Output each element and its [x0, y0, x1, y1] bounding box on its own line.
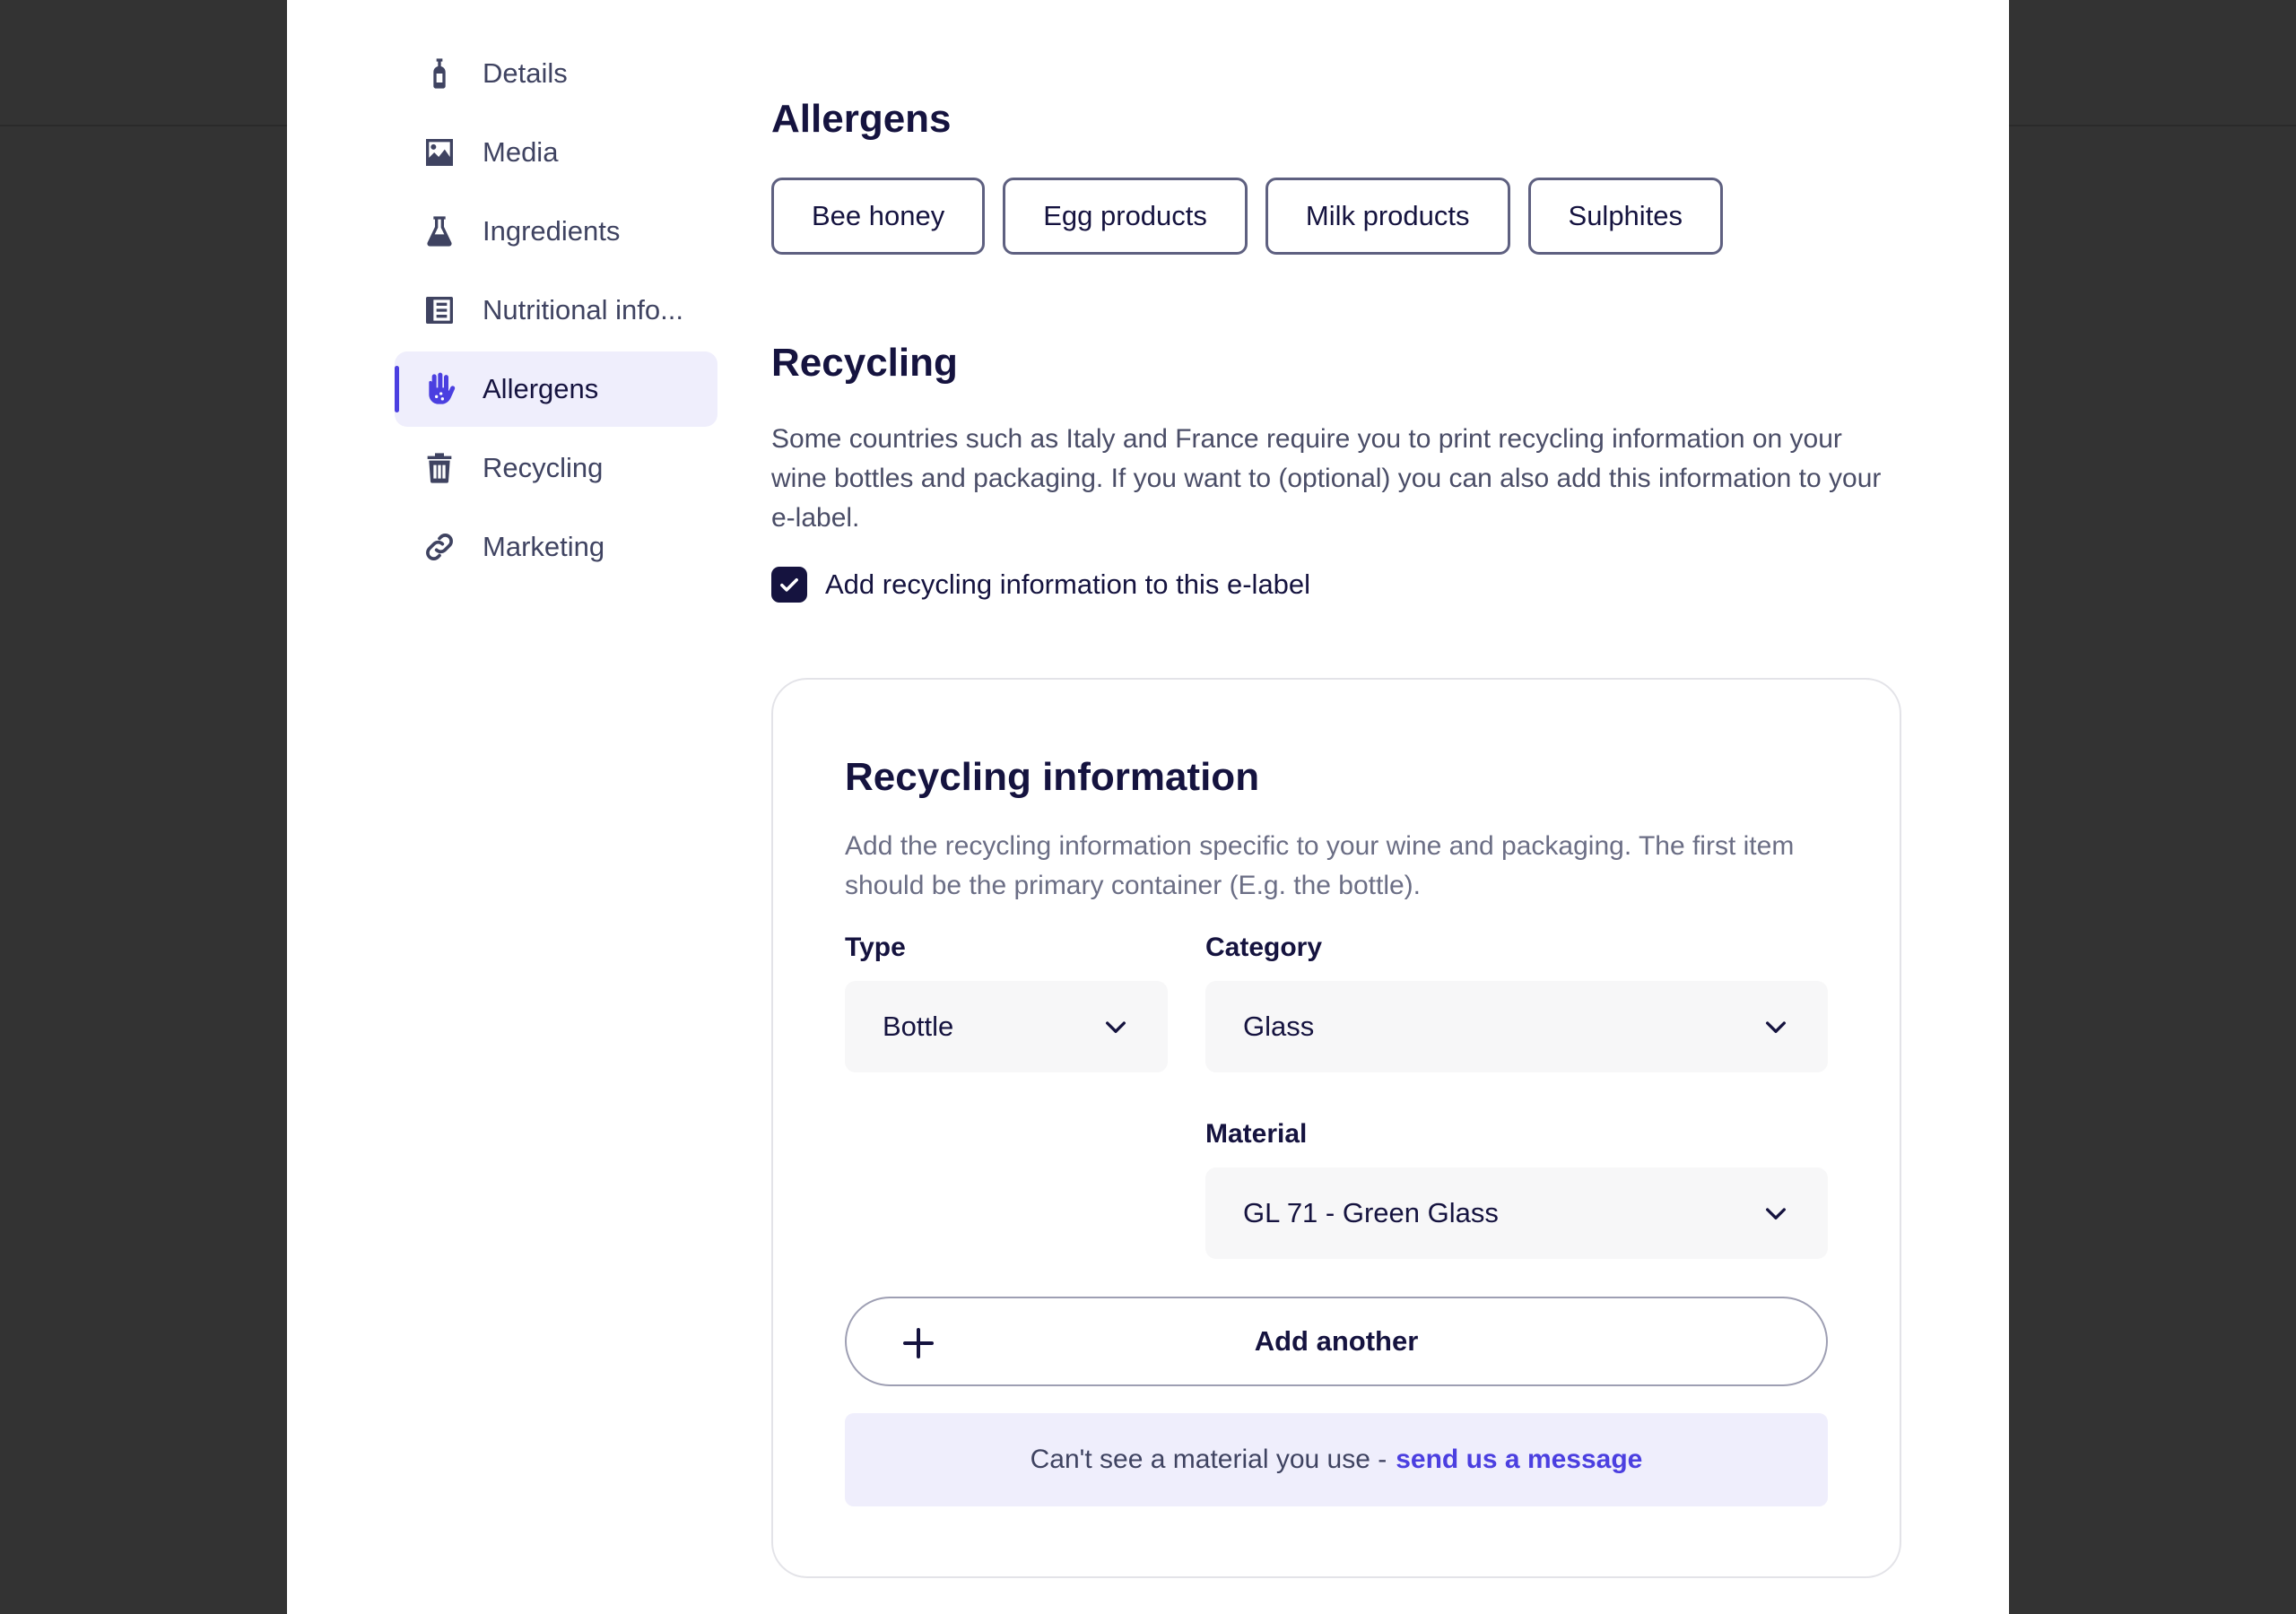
sidebar-item-ingredients[interactable]: Ingredients	[395, 194, 718, 269]
notice-text: Can't see a material you use -	[1030, 1445, 1387, 1474]
recycling-info-card: Recycling information Add the recycling …	[771, 678, 1901, 1578]
plus-icon	[903, 1328, 934, 1358]
bottle-icon	[420, 54, 459, 93]
section-nav: Details Media Ingredients Nutritional in…	[395, 36, 718, 588]
sidebar-item-label: Allergens	[483, 373, 599, 404]
sidebar-item-label: Marketing	[483, 531, 605, 562]
allergen-chip[interactable]: Milk products	[1265, 178, 1510, 255]
sidebar-item-label: Nutritional info...	[483, 294, 683, 325]
material-select[interactable]: GL 71 - Green Glass	[1205, 1167, 1828, 1259]
sidebar-item-details[interactable]: Details	[395, 36, 718, 111]
trash-icon	[420, 448, 459, 488]
check-icon	[780, 578, 798, 592]
editor-panel: Details Media Ingredients Nutritional in…	[287, 0, 2009, 1614]
send-message-link[interactable]: send us a message	[1396, 1445, 1642, 1475]
allergen-chip[interactable]: Egg products	[1003, 178, 1248, 255]
link-icon	[420, 527, 459, 567]
recycling-info-title: Recycling information	[845, 755, 1260, 799]
recycling-checkbox[interactable]	[771, 567, 807, 603]
chevron-down-icon	[1766, 1021, 1786, 1033]
category-select-value: Glass	[1243, 1011, 1315, 1042]
recycling-checkbox-label[interactable]: Add recycling information to this e-labe…	[825, 568, 1310, 601]
sidebar-item-label: Media	[483, 136, 559, 168]
add-another-button[interactable]: Add another	[845, 1297, 1828, 1386]
flask-icon	[420, 212, 459, 251]
sidebar-item-label: Recycling	[483, 452, 604, 483]
recycling-heading: Recycling	[771, 341, 958, 385]
recycling-checkbox-row: Add recycling information to this e-labe…	[771, 567, 1310, 603]
hand-icon	[420, 369, 459, 409]
sidebar-item-nutritional-info[interactable]: Nutritional info...	[395, 273, 718, 348]
add-another-label: Add another	[1254, 1325, 1419, 1357]
list-icon	[420, 291, 459, 330]
sidebar-item-label: Ingredients	[483, 215, 621, 247]
type-label: Type	[845, 933, 906, 962]
sidebar-item-recycling[interactable]: Recycling	[395, 430, 718, 506]
sidebar-item-media[interactable]: Media	[395, 115, 718, 190]
allergen-chip[interactable]: Bee honey	[771, 178, 986, 255]
type-select-value: Bottle	[883, 1011, 954, 1042]
sidebar-item-marketing[interactable]: Marketing	[395, 509, 718, 585]
chevron-down-icon	[1106, 1021, 1126, 1033]
category-select[interactable]: Glass	[1205, 981, 1828, 1072]
recycling-info-description: Add the recycling information specific t…	[845, 831, 1795, 900]
sidebar-item-label: Details	[483, 57, 568, 89]
image-icon	[420, 133, 459, 172]
category-label: Category	[1205, 933, 1323, 962]
chevron-down-icon	[1766, 1208, 1786, 1219]
allergen-chips: Bee honey Egg products Milk products Sul…	[771, 178, 1724, 255]
type-select[interactable]: Bottle	[845, 981, 1168, 1072]
sidebar-item-allergens[interactable]: Allergens	[395, 351, 718, 427]
allergen-chip[interactable]: Sulphites	[1527, 178, 1724, 255]
missing-material-notice: Can't see a material you use - send us a…	[845, 1413, 1828, 1506]
material-select-value: GL 71 - Green Glass	[1243, 1197, 1499, 1228]
allergens-heading: Allergens	[771, 97, 952, 141]
recycling-description: Some countries such as Italy and France …	[771, 424, 1882, 533]
material-label: Material	[1205, 1119, 1308, 1149]
